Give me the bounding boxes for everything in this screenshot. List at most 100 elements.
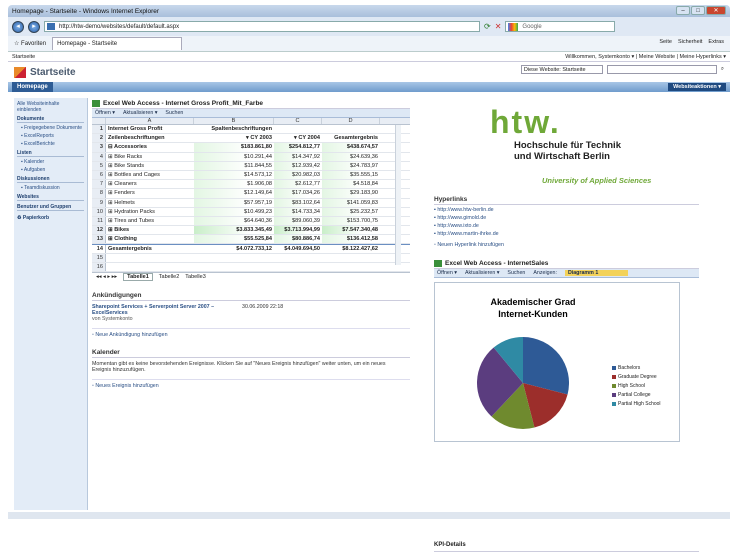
cell[interactable]: $11.844,55 [194, 161, 274, 170]
maximize-button[interactable]: □ [691, 6, 705, 15]
cell[interactable]: $29.183,90 [322, 189, 380, 198]
add-event-link[interactable]: ▫ Neues Ereignis hinzufügen [92, 379, 410, 389]
cell[interactable]: $4.072.733,12 [194, 245, 274, 253]
cell[interactable]: $14.573,12 [194, 170, 274, 180]
nav-item-excelreports[interactable]: ▪ ExcelReports [17, 133, 84, 139]
cell[interactable]: $438.674,57 [322, 143, 380, 152]
cell[interactable]: $2.612,77 [274, 180, 322, 189]
cell[interactable]: ⊞ Clothing [106, 235, 194, 243]
add-announcement-link[interactable]: ▫ Neue Ankündigung hinzufügen [92, 328, 410, 338]
cell[interactable] [322, 254, 380, 262]
stop-icon[interactable]: ✕ [495, 22, 502, 31]
cell[interactable]: $3.713.994,99 [274, 226, 322, 235]
show-all-content-link[interactable]: Alle Websiteinhalte einblenden [17, 101, 84, 113]
nav-item-shared-docs[interactable]: ▪ Freigegebene Dokumente [17, 125, 84, 131]
cell[interactable]: $83.102,64 [274, 198, 322, 207]
col-header[interactable]: A [106, 118, 194, 124]
view-select[interactable]: Diagramm 1 [564, 270, 629, 276]
spreadsheet-grid[interactable]: ABCD 1 Internet Gross Profit Spaltenbeschr… [92, 118, 410, 272]
hyperlink-item[interactable]: ▪ http://www.martin-ihrke.de [434, 231, 699, 237]
col-header[interactable]: D [322, 118, 380, 124]
cell[interactable] [322, 125, 380, 133]
cell[interactable]: $14.733,34 [274, 207, 322, 216]
breadcrumb[interactable]: Startseite [12, 54, 35, 60]
hyperlink-item[interactable]: ▪ http://www.ixto.de [434, 223, 699, 229]
cell[interactable]: ⊞ Helmets [106, 199, 194, 207]
cell[interactable]: $57.957,19 [194, 198, 274, 207]
sheet-tab[interactable]: Tabelle1 [123, 273, 153, 281]
cell[interactable]: ▾ CY 2004 [274, 134, 322, 142]
cell[interactable]: $153.700,75 [322, 216, 380, 226]
cell[interactable]: Gesamtergebnis [322, 134, 380, 142]
cell[interactable]: $24.783,97 [322, 161, 380, 170]
cell[interactable]: Internet Gross Profit [106, 125, 194, 133]
cell[interactable]: $20.982,03 [274, 170, 322, 180]
open-menu[interactable]: Öffnen ▾ [95, 110, 115, 116]
cell[interactable]: Zeilenbeschriftungen [106, 134, 194, 142]
announcement-link[interactable]: Sharepoint Services + Serverpoint Server… [92, 304, 242, 316]
url-field[interactable]: http://htw-demo/websites/default/default… [44, 21, 480, 32]
sheet-tab[interactable]: Tabelle3 [185, 274, 206, 280]
table-row[interactable]: 5 ⊞ Bike Stands $11.844,55 $12.939,42 $24.78… [92, 161, 410, 171]
cell[interactable] [274, 254, 322, 262]
cell[interactable]: ⊞ Bike Stands [106, 162, 194, 170]
forward-icon[interactable]: ▸ [28, 20, 40, 33]
favorites-button[interactable]: ☆ Favoriten [14, 40, 46, 47]
cell[interactable] [274, 125, 322, 133]
announcements-title[interactable]: Ankündigungen [92, 291, 410, 301]
excel-webpart-title[interactable]: Excel Web Access - Internet Gross Profit… [103, 100, 263, 107]
cell[interactable]: $80.886,74 [274, 235, 322, 244]
cell[interactable]: ⊞ Bottles and Cages [106, 171, 194, 179]
cell[interactable]: $14.347,92 [274, 152, 322, 161]
cell[interactable]: ▾ CY 2003 [194, 134, 274, 142]
site-title[interactable]: Startseite [30, 67, 76, 78]
cell[interactable]: $10.499,23 [194, 207, 274, 216]
hyperlink-item[interactable]: ▪ http://www.htw-berlin.de [434, 207, 699, 213]
table-row[interactable]: 8 ⊞ Fenders $12.149,64 $17.034,26 $29.183,90 [92, 189, 410, 199]
refresh-menu[interactable]: Aktualisieren ▾ [465, 270, 499, 276]
tool-sicherheit[interactable]: Sicherheit [678, 39, 702, 45]
nav-item-team-discussion[interactable]: ▪ Teamdiskussion [17, 185, 84, 191]
search-icon[interactable]: ⌕ [721, 66, 724, 73]
tool-seite[interactable]: Seite [659, 39, 672, 45]
nav-header-lists[interactable]: Listen [17, 150, 84, 157]
cell[interactable]: Gesamtergebnis [106, 245, 194, 253]
col-header[interactable]: C [274, 118, 322, 124]
cell[interactable]: $17.034,26 [274, 189, 322, 198]
cell[interactable] [106, 254, 194, 262]
cell[interactable] [322, 263, 380, 271]
cell[interactable]: $183.861,80 [194, 143, 274, 152]
table-row[interactable]: 2 Zeilenbeschriftungen ▾ CY 2003 ▾ CY 2004 G… [92, 134, 410, 144]
cell[interactable] [274, 263, 322, 271]
cell[interactable]: ⊟ Accessories [106, 143, 194, 151]
cell[interactable]: $55.525,84 [194, 235, 274, 244]
cell[interactable] [194, 254, 274, 262]
cell[interactable] [194, 263, 274, 271]
nav-header-discussions[interactable]: Diskussionen [17, 176, 84, 183]
cell[interactable]: $12.939,42 [274, 161, 322, 170]
hyperlink-item[interactable]: ▪ http://www.gimold.de [434, 215, 699, 221]
find-button[interactable]: Suchen [507, 270, 525, 276]
tab-homepage[interactable]: Homepage [12, 82, 53, 92]
table-row[interactable]: 9 ⊞ Helmets $57.957,19 $83.102,64 $141.059,8… [92, 198, 410, 208]
calendar-title[interactable]: Kalender [92, 348, 410, 358]
col-header[interactable]: B [194, 118, 274, 124]
cell[interactable]: $10.291,44 [194, 152, 274, 161]
nav-header-documents[interactable]: Dokumente [17, 116, 84, 123]
excel2-webpart-title[interactable]: Excel Web Access - InternetSales [445, 260, 548, 267]
search-input[interactable]: Google [505, 21, 616, 32]
site-search-input[interactable] [606, 65, 717, 74]
cell[interactable]: $89.060,39 [274, 216, 322, 226]
cell[interactable]: $24.639,36 [322, 152, 380, 161]
cell[interactable] [106, 263, 194, 271]
open-menu[interactable]: Öffnen ▾ [437, 270, 457, 276]
vertical-scrollbar[interactable] [395, 125, 401, 265]
table-row[interactable]: 4 ⊞ Bike Racks $10.291,44 $14.347,92 $24.639… [92, 152, 410, 162]
find-button[interactable]: Suchen [165, 110, 183, 116]
browser-tab[interactable]: Homepage - Startseite [52, 37, 183, 50]
cell[interactable]: $35.555,15 [322, 170, 380, 180]
cell[interactable]: $8.122.427,62 [322, 245, 380, 253]
nav-item-tasks[interactable]: ▪ Aufgaben [17, 167, 84, 173]
table-row[interactable]: 3 ⊟ Accessories $183.861,80 $254.812,77 $438… [92, 143, 410, 153]
cell[interactable]: ⊞ Cleaners [106, 180, 194, 188]
